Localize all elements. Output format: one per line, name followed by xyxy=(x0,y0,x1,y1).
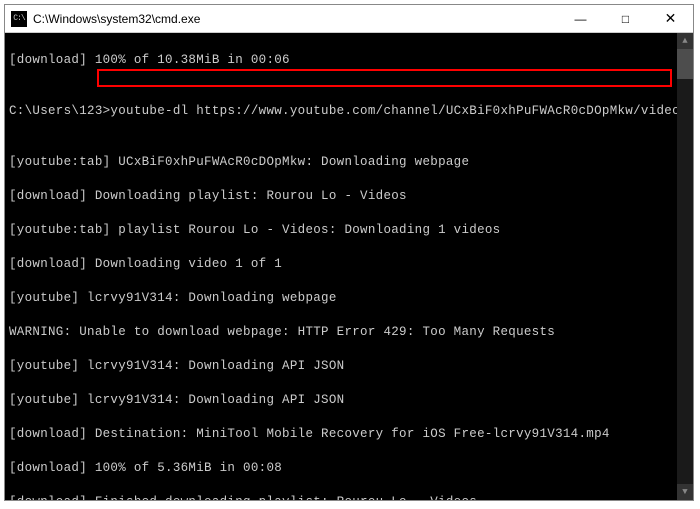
window-controls: — □ ✕ xyxy=(558,5,693,32)
prompt-prefix: C:\Users\123> xyxy=(9,104,110,118)
output-line: [youtube] lcrvy91V314: Downloading API J… xyxy=(9,358,689,375)
output-line: [youtube] lcrvy91V314: Downloading API J… xyxy=(9,392,689,409)
minimize-button[interactable]: — xyxy=(558,5,603,32)
output-line: [download] Downloading playlist: Rourou … xyxy=(9,188,689,205)
terminal-body[interactable]: [download] 100% of 10.38MiB in 00:06 C:\… xyxy=(5,33,693,500)
output-line: [download] 100% of 10.38MiB in 00:06 xyxy=(9,52,689,69)
output-line: [download] Downloading video 1 of 1 xyxy=(9,256,689,273)
window-title: C:\Windows\system32\cmd.exe xyxy=(33,12,558,26)
terminal-content: [download] 100% of 10.38MiB in 00:06 C:\… xyxy=(5,33,693,500)
scrollbar-down-button[interactable]: ▼ xyxy=(677,484,693,500)
output-line: [youtube:tab] UCxBiF0xhPuFWAcR0cDOpMkw: … xyxy=(9,154,689,171)
scrollbar[interactable]: ▲ ▼ xyxy=(677,33,693,500)
output-line: [download] 100% of 5.36MiB in 00:08 xyxy=(9,460,689,477)
maximize-button[interactable]: □ xyxy=(603,5,648,32)
titlebar[interactable]: C:\ C:\Windows\system32\cmd.exe — □ ✕ xyxy=(5,5,693,33)
output-line: [download] Destination: MiniTool Mobile … xyxy=(9,426,689,443)
cmd-window: C:\ C:\Windows\system32\cmd.exe — □ ✕ [d… xyxy=(4,4,694,501)
scrollbar-up-button[interactable]: ▲ xyxy=(677,33,693,49)
output-line: [youtube] lcrvy91V314: Downloading webpa… xyxy=(9,290,689,307)
output-line: [download] Finished downloading playlist… xyxy=(9,494,689,500)
close-button[interactable]: ✕ xyxy=(648,5,693,32)
output-line: [youtube:tab] playlist Rourou Lo - Video… xyxy=(9,222,689,239)
output-line: WARNING: Unable to download webpage: HTT… xyxy=(9,324,689,341)
prompt-command: youtube-dl https://www.youtube.com/chann… xyxy=(110,104,687,118)
prompt-line: C:\Users\123>youtube-dl https://www.yout… xyxy=(9,103,689,120)
scrollbar-thumb[interactable] xyxy=(677,49,693,79)
cmd-icon: C:\ xyxy=(11,11,27,27)
